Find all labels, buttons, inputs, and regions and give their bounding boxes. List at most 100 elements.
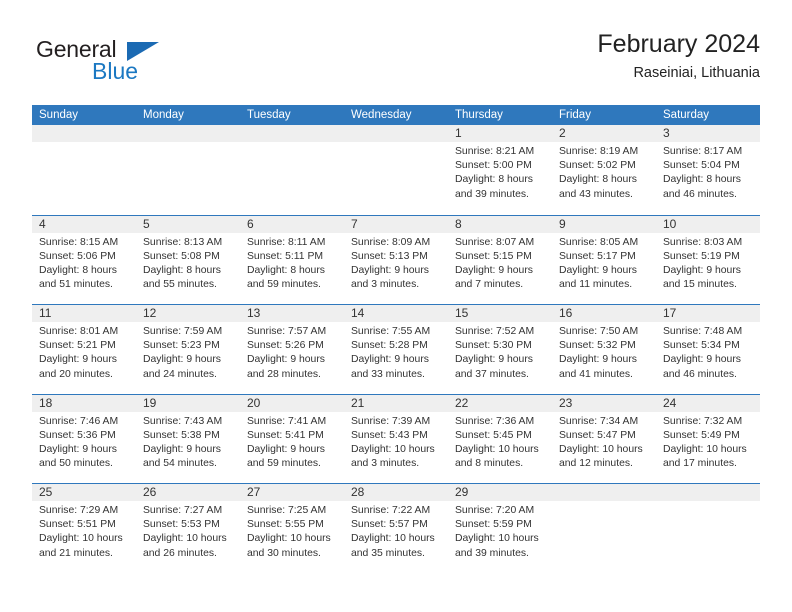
sunset-text: Sunset: 5:21 PM xyxy=(39,340,116,352)
daylight-text-line2: and 59 minutes. xyxy=(247,458,321,470)
day-cell[interactable]: 24 Sunrise: 7:32 AM Sunset: 5:49 PM Dayl… xyxy=(656,394,760,483)
daylight-text-line2: and 21 minutes. xyxy=(39,547,113,559)
page-subtitle: Raseiniai, Lithuania xyxy=(633,64,760,81)
day-number: 1 xyxy=(448,125,552,142)
day-cell[interactable]: 16 Sunrise: 7:50 AM Sunset: 5:32 PM Dayl… xyxy=(552,305,656,394)
sunset-text: Sunset: 5:32 PM xyxy=(559,340,636,352)
day-cell[interactable]: 7 Sunrise: 8:09 AM Sunset: 5:13 PM Dayli… xyxy=(344,215,448,304)
day-info: Sunrise: 7:52 AM Sunset: 5:30 PM Dayligh… xyxy=(448,322,552,382)
day-number: 5 xyxy=(136,215,240,233)
day-cell[interactable]: 15 Sunrise: 7:52 AM Sunset: 5:30 PM Dayl… xyxy=(448,305,552,394)
day-cell[interactable]: 21 Sunrise: 7:39 AM Sunset: 5:43 PM Dayl… xyxy=(344,394,448,483)
calendar-grid: Sunday Monday Tuesday Wednesday Thursday… xyxy=(32,105,760,573)
sunset-text: Sunset: 5:41 PM xyxy=(247,429,324,441)
day-number: 19 xyxy=(136,394,240,412)
daylight-text-line1: Daylight: 9 hours xyxy=(455,264,533,276)
day-cell[interactable]: 25 Sunrise: 7:29 AM Sunset: 5:51 PM Dayl… xyxy=(32,484,136,573)
sunset-text: Sunset: 5:36 PM xyxy=(39,429,116,441)
daylight-text-line1: Daylight: 9 hours xyxy=(559,354,637,366)
brand-logo[interactable]: General Blue xyxy=(32,34,262,96)
day-info: Sunrise: 7:50 AM Sunset: 5:32 PM Dayligh… xyxy=(552,322,656,382)
daylight-text-line1: Daylight: 10 hours xyxy=(351,443,435,455)
day-number: 9 xyxy=(552,215,656,233)
daylight-text-line2: and 54 minutes. xyxy=(143,458,217,470)
day-info: Sunrise: 7:57 AM Sunset: 5:26 PM Dayligh… xyxy=(240,322,344,382)
day-cell[interactable]: 12 Sunrise: 7:59 AM Sunset: 5:23 PM Dayl… xyxy=(136,305,240,394)
day-cell[interactable]: 5 Sunrise: 8:13 AM Sunset: 5:08 PM Dayli… xyxy=(136,215,240,304)
day-cell[interactable]: 2 Sunrise: 8:19 AM Sunset: 5:02 PM Dayli… xyxy=(552,125,656,215)
daylight-text-line1: Daylight: 9 hours xyxy=(39,443,117,455)
weekday-thursday: Thursday xyxy=(455,109,503,121)
day-cell[interactable]: 22 Sunrise: 7:36 AM Sunset: 5:45 PM Dayl… xyxy=(448,394,552,483)
day-number: 26 xyxy=(136,484,240,501)
daylight-text-line2: and 30 minutes. xyxy=(247,547,321,559)
day-number: 17 xyxy=(656,305,760,322)
day-info: Sunrise: 8:19 AM Sunset: 5:02 PM Dayligh… xyxy=(552,142,656,202)
daylight-text-line1: Daylight: 10 hours xyxy=(559,443,643,455)
daylight-text-line2: and 15 minutes. xyxy=(663,279,737,291)
sunrise-text: Sunrise: 7:48 AM xyxy=(663,326,743,337)
sunrise-text: Sunrise: 7:29 AM xyxy=(39,505,119,516)
day-cell xyxy=(136,125,240,215)
daylight-text-line1: Daylight: 8 hours xyxy=(559,174,637,186)
day-number: 27 xyxy=(240,484,344,501)
day-info: Sunrise: 7:41 AM Sunset: 5:41 PM Dayligh… xyxy=(240,412,344,472)
day-cell[interactable]: 19 Sunrise: 7:43 AM Sunset: 5:38 PM Dayl… xyxy=(136,394,240,483)
brand-name-bottom: Blue xyxy=(92,58,139,84)
day-cell[interactable]: 1 Sunrise: 8:21 AM Sunset: 5:00 PM Dayli… xyxy=(448,125,552,215)
day-cell[interactable]: 13 Sunrise: 7:57 AM Sunset: 5:26 PM Dayl… xyxy=(240,305,344,394)
day-info: Sunrise: 7:34 AM Sunset: 5:47 PM Dayligh… xyxy=(552,412,656,472)
day-info: Sunrise: 7:59 AM Sunset: 5:23 PM Dayligh… xyxy=(136,322,240,382)
day-cell[interactable]: 23 Sunrise: 7:34 AM Sunset: 5:47 PM Dayl… xyxy=(552,394,656,483)
day-info: Sunrise: 8:03 AM Sunset: 5:19 PM Dayligh… xyxy=(656,233,760,293)
daylight-text-line2: and 7 minutes. xyxy=(455,279,524,291)
daylight-text-line2: and 39 minutes. xyxy=(455,188,529,200)
day-cell[interactable]: 9 Sunrise: 8:05 AM Sunset: 5:17 PM Dayli… xyxy=(552,215,656,304)
day-cell[interactable]: 14 Sunrise: 7:55 AM Sunset: 5:28 PM Dayl… xyxy=(344,305,448,394)
day-info: Sunrise: 8:15 AM Sunset: 5:06 PM Dayligh… xyxy=(32,233,136,293)
sunset-text: Sunset: 5:57 PM xyxy=(351,519,428,531)
day-number xyxy=(240,125,344,142)
daylight-text-line2: and 55 minutes. xyxy=(143,279,217,291)
sunset-text: Sunset: 5:28 PM xyxy=(351,340,428,352)
day-cell[interactable]: 26 Sunrise: 7:27 AM Sunset: 5:53 PM Dayl… xyxy=(136,484,240,573)
day-cell[interactable]: 10 Sunrise: 8:03 AM Sunset: 5:19 PM Dayl… xyxy=(656,215,760,304)
sunrise-text: Sunrise: 7:27 AM xyxy=(143,505,223,516)
day-cell[interactable]: 11 Sunrise: 8:01 AM Sunset: 5:21 PM Dayl… xyxy=(32,305,136,394)
day-cell[interactable]: 18 Sunrise: 7:46 AM Sunset: 5:36 PM Dayl… xyxy=(32,394,136,483)
daylight-text-line2: and 20 minutes. xyxy=(39,368,113,380)
day-number: 18 xyxy=(32,394,136,412)
day-number: 13 xyxy=(240,305,344,322)
day-number: 21 xyxy=(344,394,448,412)
day-number xyxy=(136,125,240,142)
daylight-text-line1: Daylight: 10 hours xyxy=(455,443,539,455)
daylight-text-line1: Daylight: 10 hours xyxy=(143,533,227,545)
page-title: February 2024 xyxy=(597,30,760,58)
daylight-text-line1: Daylight: 10 hours xyxy=(351,533,435,545)
sunset-text: Sunset: 5:34 PM xyxy=(663,340,740,352)
daylight-text-line2: and 28 minutes. xyxy=(247,368,321,380)
day-cell[interactable]: 8 Sunrise: 8:07 AM Sunset: 5:15 PM Dayli… xyxy=(448,215,552,304)
day-cell[interactable]: 3 Sunrise: 8:17 AM Sunset: 5:04 PM Dayli… xyxy=(656,125,760,215)
sunrise-text: Sunrise: 8:07 AM xyxy=(455,236,535,248)
sunrise-text: Sunrise: 8:03 AM xyxy=(663,236,743,248)
sunset-text: Sunset: 5:30 PM xyxy=(455,340,532,352)
day-cell[interactable]: 6 Sunrise: 8:11 AM Sunset: 5:11 PM Dayli… xyxy=(240,215,344,304)
weekday-friday: Friday xyxy=(559,109,591,121)
daylight-text-line2: and 17 minutes. xyxy=(663,458,737,470)
daylight-text-line2: and 43 minutes. xyxy=(559,188,633,200)
day-number xyxy=(552,484,656,501)
day-cell[interactable]: 29 Sunrise: 7:20 AM Sunset: 5:59 PM Dayl… xyxy=(448,484,552,573)
day-cell[interactable]: 20 Sunrise: 7:41 AM Sunset: 5:41 PM Dayl… xyxy=(240,394,344,483)
day-cell[interactable]: 28 Sunrise: 7:22 AM Sunset: 5:57 PM Dayl… xyxy=(344,484,448,573)
day-number: 20 xyxy=(240,394,344,412)
sunset-text: Sunset: 5:02 PM xyxy=(559,160,636,172)
day-cell[interactable]: 27 Sunrise: 7:25 AM Sunset: 5:55 PM Dayl… xyxy=(240,484,344,573)
day-cell[interactable]: 4 Sunrise: 8:15 AM Sunset: 5:06 PM Dayli… xyxy=(32,215,136,304)
day-cell[interactable]: 17 Sunrise: 7:48 AM Sunset: 5:34 PM Dayl… xyxy=(656,305,760,394)
sunset-text: Sunset: 5:59 PM xyxy=(455,519,532,531)
sunrise-text: Sunrise: 8:19 AM xyxy=(559,146,639,157)
day-info: Sunrise: 8:21 AM Sunset: 5:00 PM Dayligh… xyxy=(448,142,552,202)
day-info: Sunrise: 8:09 AM Sunset: 5:13 PM Dayligh… xyxy=(344,233,448,293)
day-number: 3 xyxy=(656,125,760,142)
